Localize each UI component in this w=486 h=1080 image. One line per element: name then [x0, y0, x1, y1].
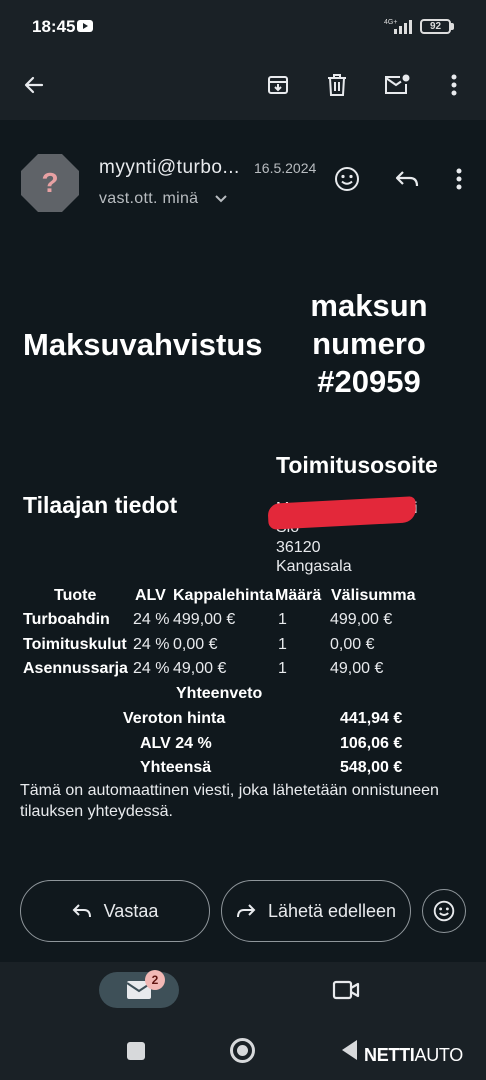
title-line: maksun	[310, 288, 428, 323]
summary-label: Veroton hinta	[123, 710, 226, 727]
reply-label: Vastaa	[103, 900, 159, 921]
row-product: Turboahdin	[23, 611, 110, 628]
confirmation-title: Maksuvahvistus	[23, 327, 263, 362]
col-header-unit-price: Kappalehinta	[173, 587, 274, 604]
arrow-back-icon[interactable]	[16, 67, 52, 103]
emoji-reaction-icon[interactable]	[330, 162, 364, 196]
svg-text:4G+: 4G+	[384, 19, 397, 26]
battery-indicator: 92	[420, 19, 451, 34]
col-header-qty: Määrä	[275, 587, 322, 604]
summary-value: 548,00 €	[340, 759, 403, 776]
signal-icon: 4G+	[384, 17, 416, 35]
forward-button[interactable]: Lähetä edelleen	[221, 880, 411, 942]
youtube-notification-icon	[77, 20, 93, 32]
summary-value: 441,94 €	[340, 710, 403, 727]
more-vert-icon[interactable]	[436, 67, 472, 103]
email-date: 16.5.2024	[254, 160, 317, 176]
row-product: Asennussarja	[23, 660, 128, 677]
auto-message-footnote: Tämä on automaattinen viesti, joka lähet…	[20, 782, 439, 820]
forward-icon	[236, 904, 256, 918]
row-qty: 1	[278, 611, 287, 628]
row-product: Toimituskulut	[23, 636, 127, 653]
recipient-label[interactable]: vast.ott. minä	[99, 190, 198, 208]
bottom-navigation: 2	[0, 962, 486, 1020]
battery-tip	[451, 23, 454, 30]
col-header-subtotal: Välisumma	[331, 587, 416, 604]
row-unit-price: 499,00 €	[173, 611, 236, 628]
col-header-product: Tuote	[54, 587, 97, 604]
archive-icon[interactable]	[260, 67, 296, 103]
back-button[interactable]	[342, 1040, 357, 1060]
summary-label: ALV 24 %	[140, 735, 212, 752]
buyer-info-heading: Tilaajan tiedot	[23, 492, 178, 518]
forward-label: Lähetä edelleen	[267, 900, 397, 921]
title-line: #20959	[317, 364, 421, 399]
meet-video-icon[interactable]	[332, 979, 360, 1001]
recent-apps-button[interactable]	[127, 1042, 145, 1060]
summary-heading: Yhteenveto	[176, 685, 263, 702]
home-button[interactable]	[230, 1038, 255, 1063]
emoji-reaction-button[interactable]	[422, 889, 466, 933]
summary-label: Yhteensä	[140, 759, 212, 776]
row-unit-price: 49,00 €	[173, 660, 227, 677]
summary-value: 106,06 €	[340, 735, 403, 752]
delivery-address-heading: Toimitusosoite	[276, 452, 438, 478]
watermark-part: AUTO	[414, 1045, 464, 1065]
payment-number-title: maksun numero #20959	[284, 287, 454, 401]
clock: 18:45	[32, 17, 76, 36]
row-vat: 24 %	[133, 636, 170, 653]
sender-avatar[interactable]: ?	[20, 153, 80, 213]
mail-unread-icon[interactable]	[379, 67, 415, 103]
reply-icon[interactable]	[390, 162, 424, 196]
more-vert-icon[interactable]	[442, 162, 476, 196]
nav-mail-tab[interactable]	[99, 972, 179, 1008]
row-vat: 24 %	[133, 660, 170, 677]
row-unit-price: 0,00 €	[173, 636, 218, 653]
email-toolbar	[0, 52, 486, 120]
redaction-scribble	[267, 496, 417, 530]
avatar-symbol: ?	[41, 167, 59, 198]
emoji-icon	[433, 900, 455, 922]
row-subtotal: 49,00 €	[330, 660, 384, 677]
row-qty: 1	[278, 636, 287, 653]
trash-icon[interactable]	[319, 67, 355, 103]
status-bar: 18:45 4G+ 92	[0, 0, 486, 52]
row-vat: 24 %	[133, 611, 170, 628]
row-subtotal: 0,00 €	[330, 636, 375, 653]
chevron-down-icon[interactable]	[214, 194, 228, 204]
unread-count-badge: 2	[145, 970, 165, 990]
row-subtotal: 499,00 €	[330, 611, 393, 628]
watermark-part: NETTI	[364, 1045, 415, 1065]
title-line: numero	[312, 326, 426, 361]
sender-address[interactable]: myynti@turbo...	[99, 157, 240, 179]
reply-icon	[72, 904, 91, 918]
nettiauto-watermark: NETTIAUTO	[364, 1045, 463, 1066]
reply-button[interactable]: Vastaa	[20, 880, 210, 942]
row-qty: 1	[278, 660, 287, 677]
col-header-vat: ALV	[135, 587, 166, 604]
address-city: Kangasala	[276, 558, 352, 575]
address-postcode: 36120	[276, 539, 321, 556]
